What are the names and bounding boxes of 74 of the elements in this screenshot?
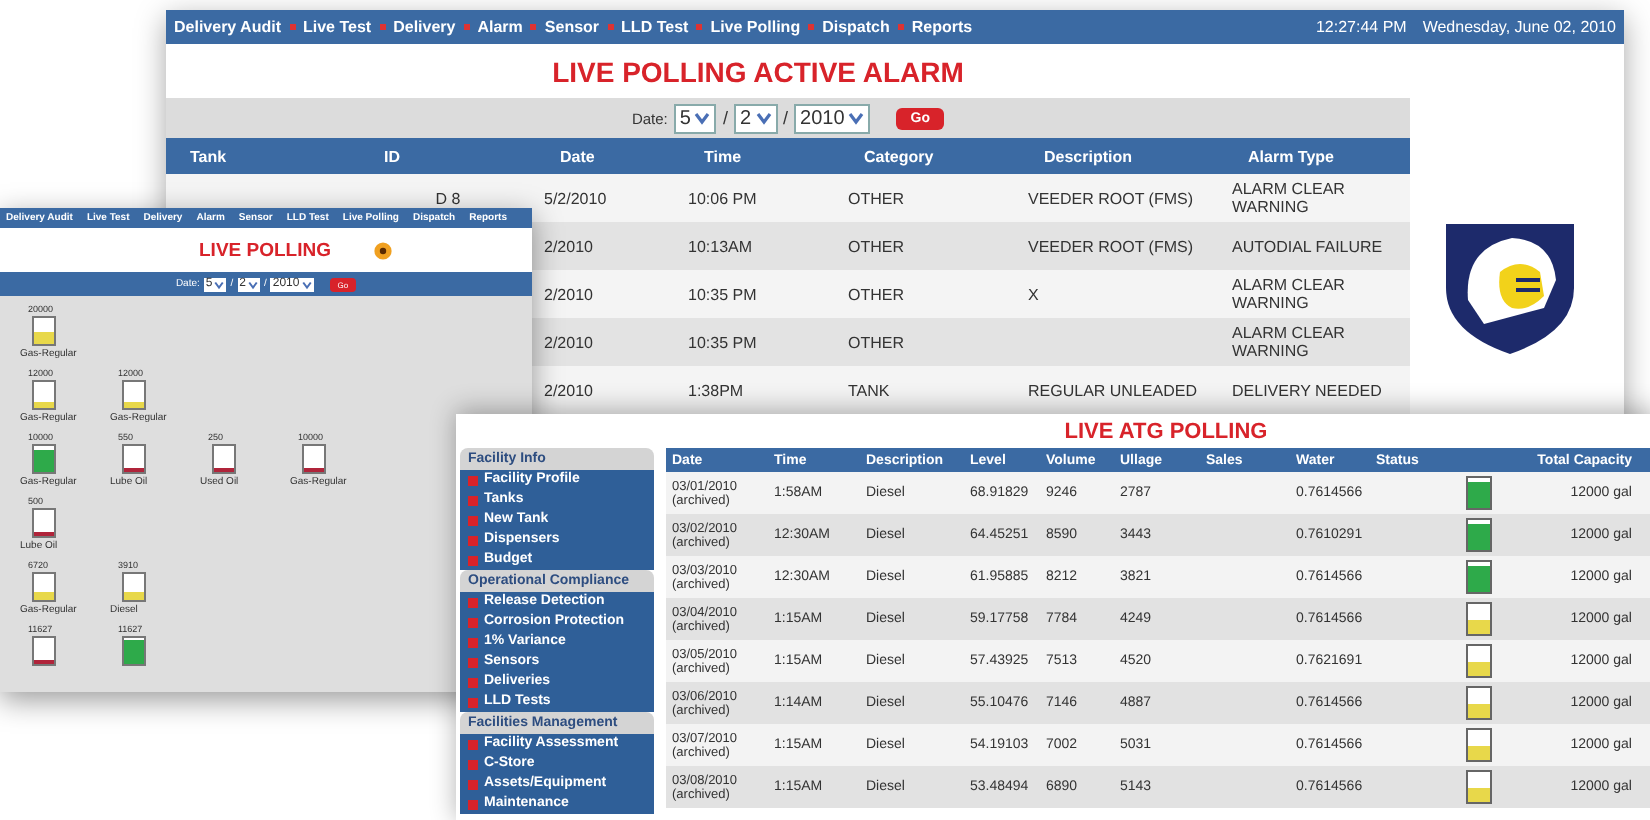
table-cell-text: OTHER	[846, 189, 906, 207]
bullet-icon	[468, 739, 478, 749]
caret-icon	[214, 279, 225, 289]
table-cell-text: ALARM CLEAR WARNING	[1230, 180, 1347, 216]
table-cell-text: DELIVERY NEEDED	[1230, 381, 1384, 399]
nav-link[interactable]: Delivery	[393, 18, 456, 36]
column-header: ID	[382, 147, 402, 165]
column-header: Tank	[188, 147, 229, 165]
date-select[interactable]: 2010	[794, 103, 871, 133]
nav-link[interactable]: Sensor	[544, 18, 600, 36]
table-cell-text: OTHER	[846, 333, 906, 351]
table-cell-text: 10:13AM	[686, 237, 755, 255]
nav-link[interactable]: Reports	[911, 18, 973, 36]
current-date: Wednesday, June 02, 2010	[1422, 18, 1616, 36]
page-title: LIVE POLLING ACTIVE ALARM	[552, 55, 964, 87]
alert-icon	[374, 241, 393, 259]
table-cell-text: 1:38PM	[686, 381, 746, 399]
table-cell-text: TANK	[846, 381, 892, 399]
clock-time: 12:27:44 PM	[1315, 18, 1407, 36]
bullet-icon	[468, 657, 478, 667]
nav-link[interactable]: Alarm	[477, 18, 523, 36]
bullet-icon	[468, 779, 478, 789]
date-select[interactable]: 2	[733, 103, 778, 133]
bullet-icon	[468, 597, 478, 607]
page-title: LIVE POLLING	[199, 239, 331, 261]
nav-link[interactable]: Delivery Audit	[174, 18, 281, 36]
column-header: Description	[1042, 147, 1135, 165]
bullet-icon	[468, 475, 478, 485]
table-cell-text: 10:06 PM	[686, 189, 759, 207]
table-cell-text: VEEDER ROOT (FMS)	[1026, 189, 1196, 207]
bullet-icon	[468, 697, 478, 707]
nav-link[interactable]: Live Test	[303, 18, 372, 36]
bullet-icon	[468, 495, 478, 505]
table-cell-text: ALARM CLEAR WARNING	[1230, 324, 1347, 360]
date-select[interactable]: 5	[673, 103, 717, 133]
table-cell-text: 2/2010	[542, 237, 595, 255]
table-cell-text: ALARM CLEAR WARNING	[1230, 276, 1347, 312]
column-header: Alarm Type	[1246, 147, 1336, 165]
table-cell-text: 2/2010	[542, 285, 595, 303]
table-cell-text: AUTODIAL FAILURE	[1230, 237, 1385, 255]
nav-link[interactable]: LLD Test	[621, 18, 689, 36]
table-cell-text: 2/2010	[542, 381, 595, 399]
bullet-icon	[468, 515, 478, 525]
date-separator: /	[722, 108, 728, 128]
table-cell-text: OTHER	[846, 237, 906, 255]
bullet-icon	[468, 759, 478, 769]
table-cell-text: 10:35 PM	[686, 333, 759, 351]
table-cell-text: 5/2/2010	[542, 189, 609, 207]
caret-icon	[694, 110, 711, 126]
table-cell-text: REGULAR UNLEADED	[1026, 381, 1199, 399]
table-cell-text: D 8	[433, 189, 463, 207]
bullet-icon	[468, 555, 478, 565]
column-header: Time	[702, 147, 744, 165]
table-cell-text: 10:35 PM	[686, 285, 759, 303]
column-header: Date	[558, 147, 597, 165]
bullet-icon	[468, 799, 478, 809]
caret-icon	[848, 110, 865, 126]
bullet-icon	[468, 677, 478, 687]
bullet-icon	[468, 535, 478, 545]
bullet-icon	[468, 637, 478, 647]
table-cell-text: X	[1026, 285, 1041, 303]
nav-link[interactable]: Dispatch	[822, 18, 890, 36]
date-separator: /	[783, 108, 789, 128]
table-cell-text: OTHER	[846, 285, 906, 303]
nav-link[interactable]: Live Polling	[710, 18, 801, 36]
caret-icon	[301, 279, 312, 289]
table-cell-text: 2/2010	[542, 333, 595, 351]
shield-logo	[1440, 220, 1580, 356]
bullet-icon	[468, 617, 478, 627]
page-title: LIVE ATG POLLING	[1064, 419, 1268, 443]
caret-icon	[247, 279, 258, 289]
column-header: Category	[862, 147, 936, 165]
caret-icon	[755, 110, 772, 126]
table-cell-text: VEEDER ROOT (FMS)	[1026, 237, 1196, 255]
